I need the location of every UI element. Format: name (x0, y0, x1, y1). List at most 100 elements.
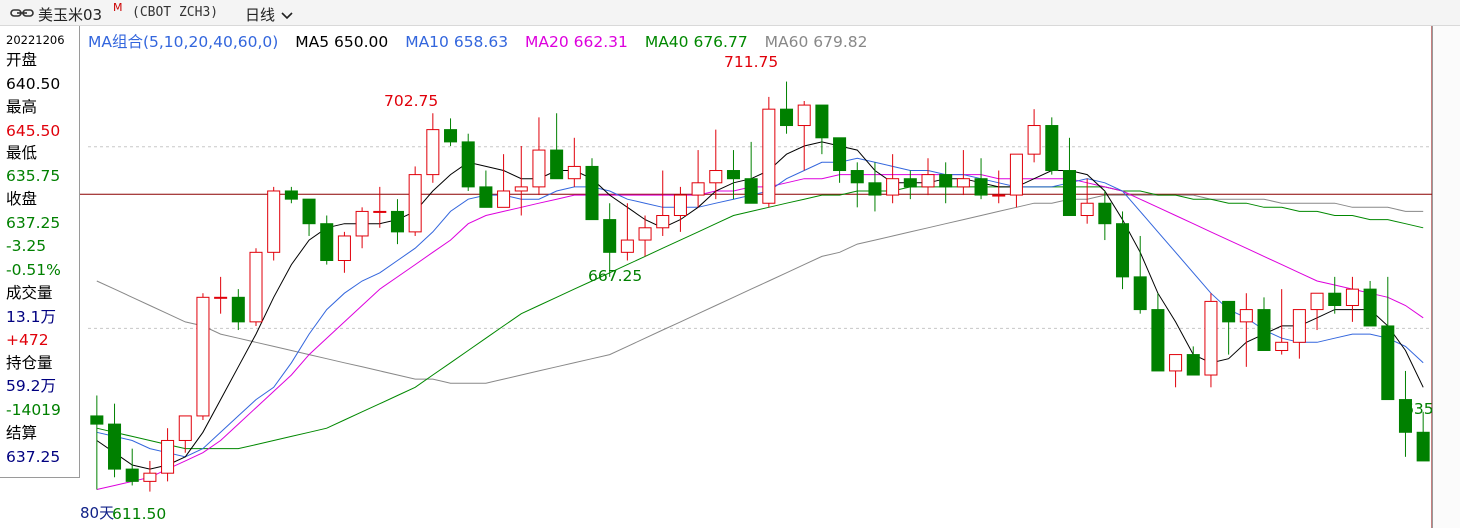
candle-30 (620, 203, 634, 261)
candle-23 (497, 154, 511, 208)
candle-body (603, 219, 617, 253)
candle-53 (1027, 109, 1041, 163)
candle-body (550, 149, 564, 180)
candle-body (921, 174, 935, 188)
candle-11 (284, 186, 298, 204)
candle-16 (373, 186, 387, 228)
low-value: 635.75 (6, 167, 61, 185)
candle-body (320, 223, 334, 262)
candle-55 (1062, 137, 1076, 217)
candle-body (161, 439, 175, 474)
ma-group-label[interactable]: MA组合(5,10,20,40,60,0) (88, 33, 278, 51)
candle-63 (1204, 293, 1218, 388)
candle-body (815, 104, 829, 139)
candle-21 (461, 133, 475, 191)
candle-15 (355, 207, 369, 249)
candle-69 (1310, 292, 1324, 331)
candle-body (497, 190, 511, 208)
candle-body (108, 423, 122, 470)
high-label: 最高 (6, 98, 38, 116)
volume-value: 13.1万 (6, 308, 57, 326)
candle-54 (1045, 117, 1059, 175)
candle-62 (1186, 346, 1200, 376)
candle-25 (532, 117, 546, 196)
ma40-label: MA40 676.77 (644, 33, 748, 51)
candle-4 (161, 428, 175, 482)
candle-60 (1151, 293, 1165, 372)
candle-body (373, 210, 387, 213)
candle-body (461, 141, 475, 188)
candle-40 (797, 100, 811, 171)
symbol-name: 美玉米03 (38, 6, 103, 24)
peak-high-label: 711.75 (724, 53, 779, 71)
candle-body (302, 198, 316, 225)
candle-66 (1257, 297, 1271, 351)
candle-68 (1292, 309, 1306, 359)
local-high-label: 702.75 (384, 92, 439, 110)
candle-8 (231, 289, 245, 331)
candle-14 (337, 231, 351, 273)
candle-body (1027, 125, 1041, 155)
candle-body (1292, 309, 1306, 343)
candle-38 (762, 96, 776, 208)
candle-body (355, 210, 369, 237)
candle-59 (1133, 235, 1147, 314)
candle-body (886, 178, 900, 196)
candle-6 (196, 293, 210, 421)
candle-body (656, 215, 670, 229)
candle-17 (390, 199, 404, 245)
candle-73 (1381, 276, 1395, 401)
candle-body (709, 170, 723, 184)
candle-32 (656, 170, 670, 236)
low-label: 最低 (6, 144, 38, 162)
candle-72 (1363, 280, 1377, 327)
candle-body (638, 227, 652, 241)
candle-body (1239, 309, 1253, 323)
title-bar: 美玉米03 M (CBOT ZCH3) 日线 (0, 0, 1460, 26)
candle-45 (886, 154, 900, 204)
candlestick-chart[interactable] (0, 26, 1460, 528)
candle-56 (1080, 178, 1094, 224)
candle-body (939, 174, 953, 188)
candle-body (249, 251, 263, 323)
candle-61 (1169, 354, 1183, 388)
candle-37 (744, 141, 758, 204)
candle-body (1363, 288, 1377, 327)
candle-24 (514, 145, 528, 216)
candle-body (1381, 325, 1395, 401)
candle-body (1310, 292, 1324, 311)
open-interest-label: 持仓量 (6, 354, 53, 372)
candle-body (1080, 202, 1094, 217)
candle-27 (567, 137, 581, 187)
chain-link-icon[interactable] (10, 6, 34, 20)
candle-13 (320, 215, 334, 265)
candle-body (1275, 341, 1289, 351)
candle-3 (143, 460, 157, 492)
candle-39 (780, 81, 794, 134)
right-price-scale[interactable] (1432, 26, 1460, 528)
candle-body (390, 210, 404, 233)
candle-body (1257, 309, 1271, 351)
candle-body (620, 239, 634, 253)
ma-legend: MA组合(5,10,20,40,60,0) MA5 650.00 MA10 65… (88, 30, 880, 52)
candle-50 (974, 158, 988, 200)
high-value: 645.50 (6, 122, 61, 140)
candle-body (780, 108, 794, 127)
candle-43 (850, 162, 864, 208)
candle-body (1416, 431, 1430, 462)
candle-29 (603, 203, 617, 277)
candle-52 (1009, 153, 1023, 208)
period-dropdown[interactable]: 日线 (245, 4, 294, 25)
candle-44 (868, 162, 882, 212)
ma60-label: MA60 679.82 (764, 33, 868, 51)
open-value: 640.50 (6, 75, 61, 93)
volume-label: 成交量 (6, 284, 53, 302)
candle-body (850, 170, 864, 184)
candle-body (762, 108, 776, 204)
candle-36 (726, 150, 740, 200)
candle-body (1222, 300, 1236, 323)
change-pct-value: -0.51% (6, 261, 61, 279)
candle-12 (302, 198, 316, 236)
candle-body (426, 129, 440, 176)
local-low-label: 667.25 (588, 267, 643, 285)
